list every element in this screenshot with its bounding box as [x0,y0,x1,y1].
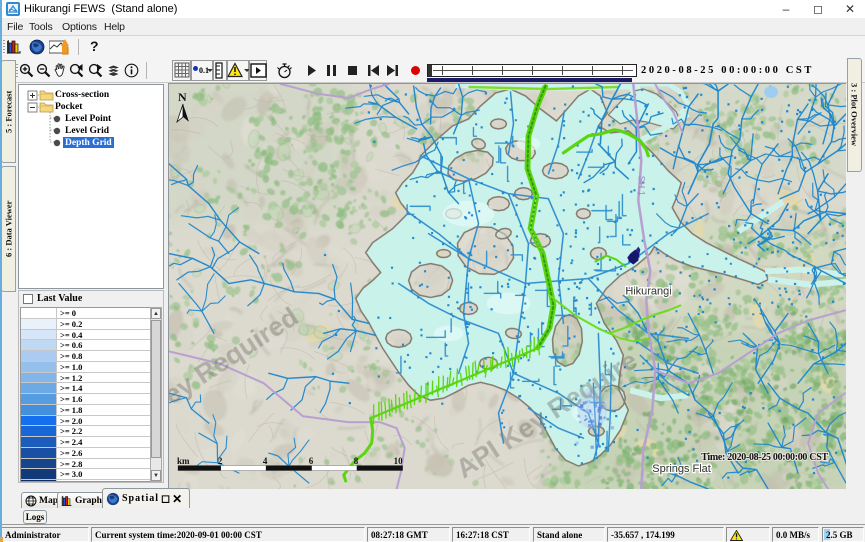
svg-text:4: 4 [263,456,268,466]
svg-text:N: N [178,90,187,104]
svg-text:Springs Flat: Springs Flat [652,463,711,475]
svg-text:8: 8 [354,456,359,466]
svg-text:6: 6 [309,456,314,466]
svg-text:2: 2 [218,456,223,466]
svg-text:10: 10 [394,456,403,466]
svg-text:Hikurangi: Hikurangi [625,285,671,297]
svg-text:km: km [177,456,190,466]
svg-text:SH 1: SH 1 [636,176,646,196]
svg-text:Time: 2020-08-25 00:00:00 CST: Time: 2020-08-25 00:00:00 CST [701,452,828,463]
